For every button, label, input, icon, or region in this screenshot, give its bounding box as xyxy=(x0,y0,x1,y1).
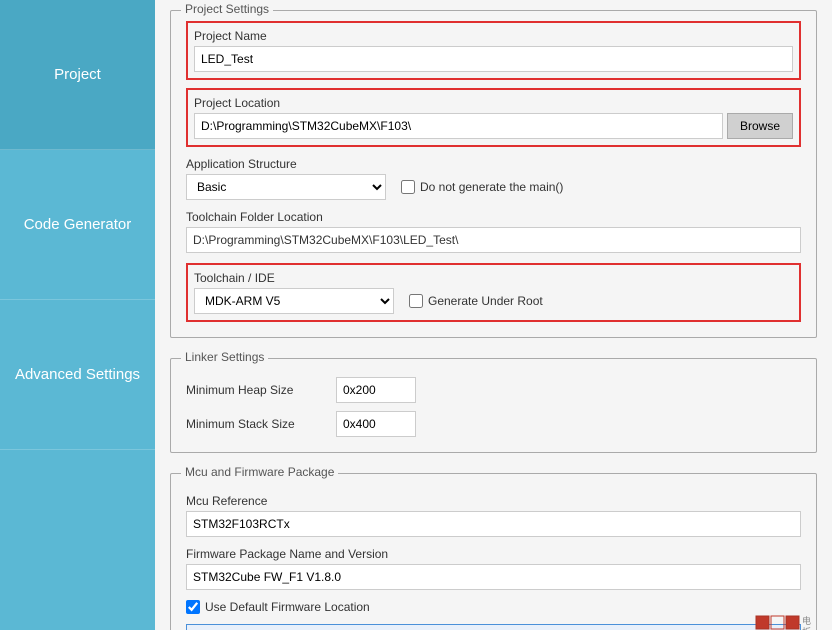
sidebar: Project Code Generator Advanced Settings xyxy=(0,0,155,630)
sidebar-item-label: Code Generator xyxy=(24,216,132,233)
mcu-firmware-group: Mcu and Firmware Package Mcu Reference F… xyxy=(170,473,817,630)
generate-under-root-label[interactable]: Generate Under Root xyxy=(409,294,543,308)
project-name-input[interactable] xyxy=(194,46,793,72)
do-not-generate-checkbox[interactable] xyxy=(401,180,415,194)
toolchain-ide-row: MDK-ARM V5 MDK-ARM V4 EWARM SW4STM32 Tru… xyxy=(194,288,793,314)
use-default-firmware-checkbox[interactable] xyxy=(186,600,200,614)
toolchain-ide-label: Toolchain / IDE xyxy=(194,271,793,285)
min-stack-input[interactable] xyxy=(336,411,416,437)
sidebar-item-label: Project xyxy=(54,66,101,83)
project-settings-group: Project Settings Project Name Project Lo… xyxy=(170,10,817,338)
min-heap-input[interactable] xyxy=(336,377,416,403)
project-location-input[interactable] xyxy=(194,113,723,139)
application-structure-select[interactable]: Basic Advanced xyxy=(186,174,386,200)
project-location-row: Browse xyxy=(194,113,793,139)
project-location-highlighted: Project Location Browse xyxy=(186,88,801,147)
project-location-label: Project Location xyxy=(194,96,793,110)
application-structure-group: Application Structure Basic Advanced Do … xyxy=(186,157,801,200)
sidebar-item-advanced-settings[interactable]: Advanced Settings xyxy=(0,300,155,450)
linker-settings-group: Linker Settings Minimum Heap Size Minimu… xyxy=(170,358,817,453)
main-content: Project Settings Project Name Project Lo… xyxy=(155,0,832,630)
application-structure-label: Application Structure xyxy=(186,157,801,171)
watermark-icon xyxy=(755,615,800,630)
toolchain-folder-input[interactable] xyxy=(186,227,801,253)
toolchain-ide-select[interactable]: MDK-ARM V5 MDK-ARM V4 EWARM SW4STM32 Tru… xyxy=(194,288,394,314)
mcu-firmware-title: Mcu and Firmware Package xyxy=(181,465,338,479)
mcu-reference-label: Mcu Reference xyxy=(186,494,801,508)
min-stack-label: Minimum Stack Size xyxy=(186,417,326,431)
min-heap-label: Minimum Heap Size xyxy=(186,383,326,397)
generate-under-root-checkbox[interactable] xyxy=(409,294,423,308)
generate-under-root-text: Generate Under Root xyxy=(428,294,543,308)
firmware-url-input[interactable] xyxy=(186,624,801,630)
toolchain-ide-highlighted: Toolchain / IDE MDK-ARM V5 MDK-ARM V4 EW… xyxy=(186,263,801,322)
sidebar-item-label: Advanced Settings xyxy=(15,366,140,383)
do-not-generate-checkbox-label[interactable]: Do not generate the main() xyxy=(401,180,563,194)
toolchain-folder-label: Toolchain Folder Location xyxy=(186,210,801,224)
linker-settings-title: Linker Settings xyxy=(181,350,268,364)
firmware-package-group: Firmware Package Name and Version xyxy=(186,547,801,590)
application-structure-row: Basic Advanced Do not generate the main(… xyxy=(186,174,801,200)
watermark-text: 电板社区 xyxy=(802,616,811,630)
project-name-highlighted: Project Name xyxy=(186,21,801,80)
mcu-reference-group: Mcu Reference xyxy=(186,494,801,537)
browse-button[interactable]: Browse xyxy=(727,113,793,139)
sidebar-item-code-generator[interactable]: Code Generator xyxy=(0,150,155,300)
sidebar-item-project[interactable]: Project xyxy=(0,0,155,150)
firmware-package-label: Firmware Package Name and Version xyxy=(186,547,801,561)
use-default-firmware-text: Use Default Firmware Location xyxy=(205,600,370,614)
toolchain-folder-group: Toolchain Folder Location xyxy=(186,210,801,253)
use-default-firmware-group: Use Default Firmware Location xyxy=(186,600,801,614)
do-not-generate-label: Do not generate the main() xyxy=(420,180,563,194)
project-settings-title: Project Settings xyxy=(181,2,273,16)
use-default-firmware-label[interactable]: Use Default Firmware Location xyxy=(186,600,801,614)
firmware-url-group xyxy=(186,624,801,630)
watermark: 电板社区 xyxy=(755,615,811,630)
project-name-label: Project Name xyxy=(194,29,793,43)
mcu-reference-input[interactable] xyxy=(186,511,801,537)
min-heap-row: Minimum Heap Size xyxy=(186,377,801,403)
firmware-package-input[interactable] xyxy=(186,564,801,590)
min-stack-row: Minimum Stack Size xyxy=(186,411,801,437)
